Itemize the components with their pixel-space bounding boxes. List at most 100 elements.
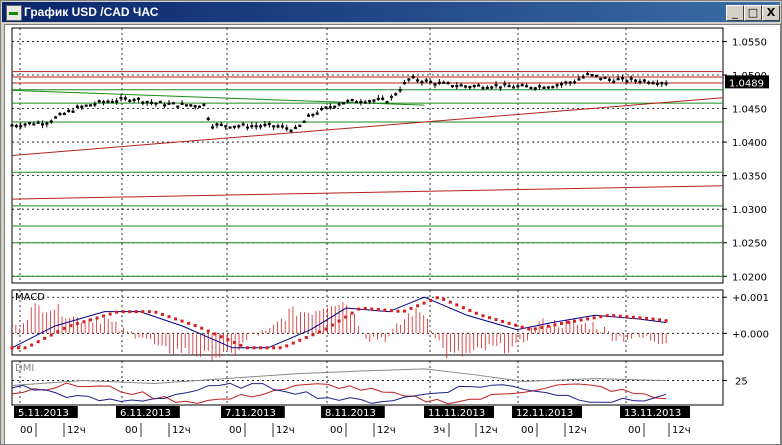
candle-body [381, 97, 385, 100]
macd-signal-point [10, 346, 14, 350]
candle-body [41, 123, 45, 126]
macd-signal-point [141, 310, 145, 314]
macd-signal-point [56, 330, 60, 334]
hour-label: 12ч [479, 425, 498, 436]
candle-body [660, 82, 664, 85]
candle-body [603, 76, 607, 80]
candle-body [577, 78, 581, 81]
candle-body [136, 97, 140, 100]
candle-body [481, 87, 485, 90]
candle-body [494, 84, 498, 87]
candle-body [385, 101, 389, 104]
macd-signal-point [514, 323, 518, 327]
candle-body [594, 74, 598, 77]
candle-body [324, 106, 328, 109]
macd-signal-point [638, 316, 642, 320]
candle-body [84, 104, 88, 107]
macd-signal-point [507, 321, 511, 325]
macd-signal-point [337, 319, 341, 323]
macd-signal-point [644, 316, 648, 320]
macd-signal-point [36, 340, 40, 344]
macd-signal-point [488, 316, 492, 320]
macd-signal-point [448, 300, 452, 304]
macd-signal-point [272, 346, 276, 350]
candle-body [19, 125, 23, 128]
candle-body [180, 102, 184, 105]
candle-body [407, 78, 411, 81]
date-label: 12.11.2013 [516, 408, 573, 419]
macd-signal-point [344, 315, 348, 319]
macd-signal-point [573, 319, 577, 323]
hour-label: 12ч [672, 425, 691, 436]
macd-signal-point [317, 330, 321, 334]
candle-body [520, 84, 524, 87]
candle-body [110, 100, 114, 104]
macd-signal-point [95, 316, 99, 320]
macd-signal-point [291, 341, 295, 345]
candle-body [115, 100, 119, 103]
candle-body [337, 103, 341, 106]
candle-body [198, 105, 202, 108]
macd-pane[interactable] [11, 289, 724, 356]
candle-body [75, 105, 79, 108]
candle-body [298, 124, 302, 127]
macd-signal-point [115, 310, 119, 314]
macd-signal-point [553, 323, 557, 327]
macd-signal-point [481, 314, 485, 318]
macd-signal-point [252, 346, 256, 350]
candle-body [490, 86, 494, 89]
candle-body [485, 86, 489, 90]
candle-body [498, 86, 502, 89]
candle-body [132, 98, 136, 102]
candle-body [472, 84, 476, 88]
candle-body [10, 124, 14, 127]
date-label: 6.11.2013 [120, 408, 171, 419]
candle-body [154, 102, 158, 105]
hour-label: 12ч [67, 425, 86, 436]
chart-svg[interactable]: 1.05501.05001.04501.04001.03501.03001.02… [0, 0, 782, 445]
candle-body [511, 86, 515, 89]
macd-signal-point [43, 336, 47, 340]
candle-body [398, 89, 402, 92]
candle-body [302, 120, 306, 124]
candle-body [189, 104, 193, 107]
candle-body [228, 126, 232, 129]
candle-body [171, 102, 175, 105]
macd-signal-point [311, 333, 315, 337]
candle-body [206, 117, 210, 121]
macd-signal-point [442, 297, 446, 301]
candle-body [433, 83, 437, 86]
candle-body [49, 120, 53, 123]
candle-body [599, 77, 603, 80]
macd-signal-point [664, 319, 668, 323]
dmi-pane[interactable] [11, 360, 724, 406]
macd-signal-point [527, 327, 531, 331]
candle-body [150, 101, 154, 104]
dmi-label: DMI [15, 363, 34, 374]
candle-body [355, 101, 359, 104]
candle-body [459, 84, 463, 87]
price-pane[interactable] [11, 27, 724, 284]
hour-label: 00 [521, 425, 534, 436]
hour-label: 00 [20, 425, 33, 436]
macd-signal-point [69, 324, 73, 328]
candle-body [446, 82, 450, 85]
candle-body [23, 123, 27, 126]
macd-signal-point [285, 344, 289, 348]
macd-signal-point [566, 320, 570, 324]
candle-body [341, 102, 345, 105]
candle-body [363, 101, 367, 104]
candle-body [106, 100, 110, 103]
candle-body [507, 85, 511, 88]
candle-body [559, 83, 563, 86]
macd-signal-point [533, 327, 537, 331]
macd-signal-point [520, 325, 524, 329]
candle-body [71, 110, 75, 113]
macd-signal-point [416, 304, 420, 308]
candle-body [184, 104, 188, 107]
price-tick-label: 1.0350 [732, 172, 767, 183]
hour-label: 00 [628, 425, 641, 436]
candle-body [333, 105, 337, 108]
candle-body [555, 84, 559, 87]
macd-signal-point [147, 310, 151, 314]
